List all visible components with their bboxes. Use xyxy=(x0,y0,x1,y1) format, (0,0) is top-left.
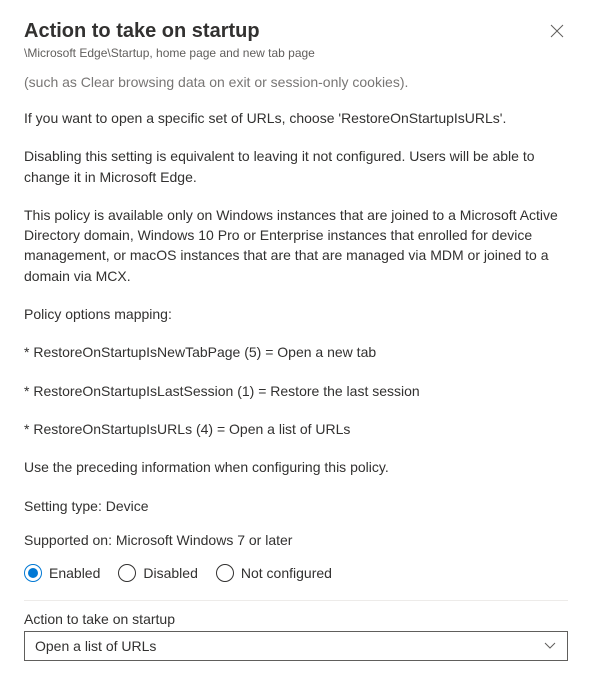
panel-header: Action to take on startup xyxy=(24,20,568,44)
truncated-prev-text: (such as Clear browsing data on exit or … xyxy=(24,74,568,90)
panel-content: (such as Clear browsing data on exit or … xyxy=(24,74,568,671)
mapping-opt3: * RestoreOnStartupIsURLs (4) = Open a li… xyxy=(24,419,568,439)
close-button[interactable] xyxy=(546,20,568,44)
breadcrumb: \Microsoft Edge\Startup, home page and n… xyxy=(24,46,568,60)
mapping-opt1: * RestoreOnStartupIsNewTabPage (5) = Ope… xyxy=(24,342,568,362)
description-p2: Disabling this setting is equivalent to … xyxy=(24,146,568,187)
radio-enabled-label: Enabled xyxy=(49,565,100,581)
radio-enabled[interactable]: Enabled xyxy=(24,564,100,582)
description-p3: This policy is available only on Windows… xyxy=(24,205,568,286)
dropdown-wrap: Open a list of URLs xyxy=(24,631,568,661)
divider xyxy=(24,600,568,601)
action-dropdown[interactable]: Open a list of URLs xyxy=(24,631,568,661)
radio-circle-icon xyxy=(216,564,234,582)
dropdown-value: Open a list of URLs xyxy=(35,638,156,654)
supported-on: Supported on: Microsoft Windows 7 or lat… xyxy=(24,530,568,550)
close-icon xyxy=(550,24,564,38)
settings-panel: Action to take on startup \Microsoft Edg… xyxy=(0,0,592,687)
page-title: Action to take on startup xyxy=(24,20,260,43)
description-p4: Policy options mapping: xyxy=(24,304,568,324)
radio-not-configured[interactable]: Not configured xyxy=(216,564,332,582)
state-radio-group: Enabled Disabled Not configured xyxy=(24,564,568,582)
setting-type: Setting type: Device xyxy=(24,496,568,516)
radio-circle-icon xyxy=(118,564,136,582)
description-p1: If you want to open a specific set of UR… xyxy=(24,108,568,128)
radio-disabled-label: Disabled xyxy=(143,565,197,581)
dropdown-label: Action to take on startup xyxy=(24,611,568,627)
description-p5: Use the preceding information when confi… xyxy=(24,457,568,477)
radio-circle-icon xyxy=(24,564,42,582)
radio-disabled[interactable]: Disabled xyxy=(118,564,197,582)
radio-not-configured-label: Not configured xyxy=(241,565,332,581)
mapping-opt2: * RestoreOnStartupIsLastSession (1) = Re… xyxy=(24,381,568,401)
